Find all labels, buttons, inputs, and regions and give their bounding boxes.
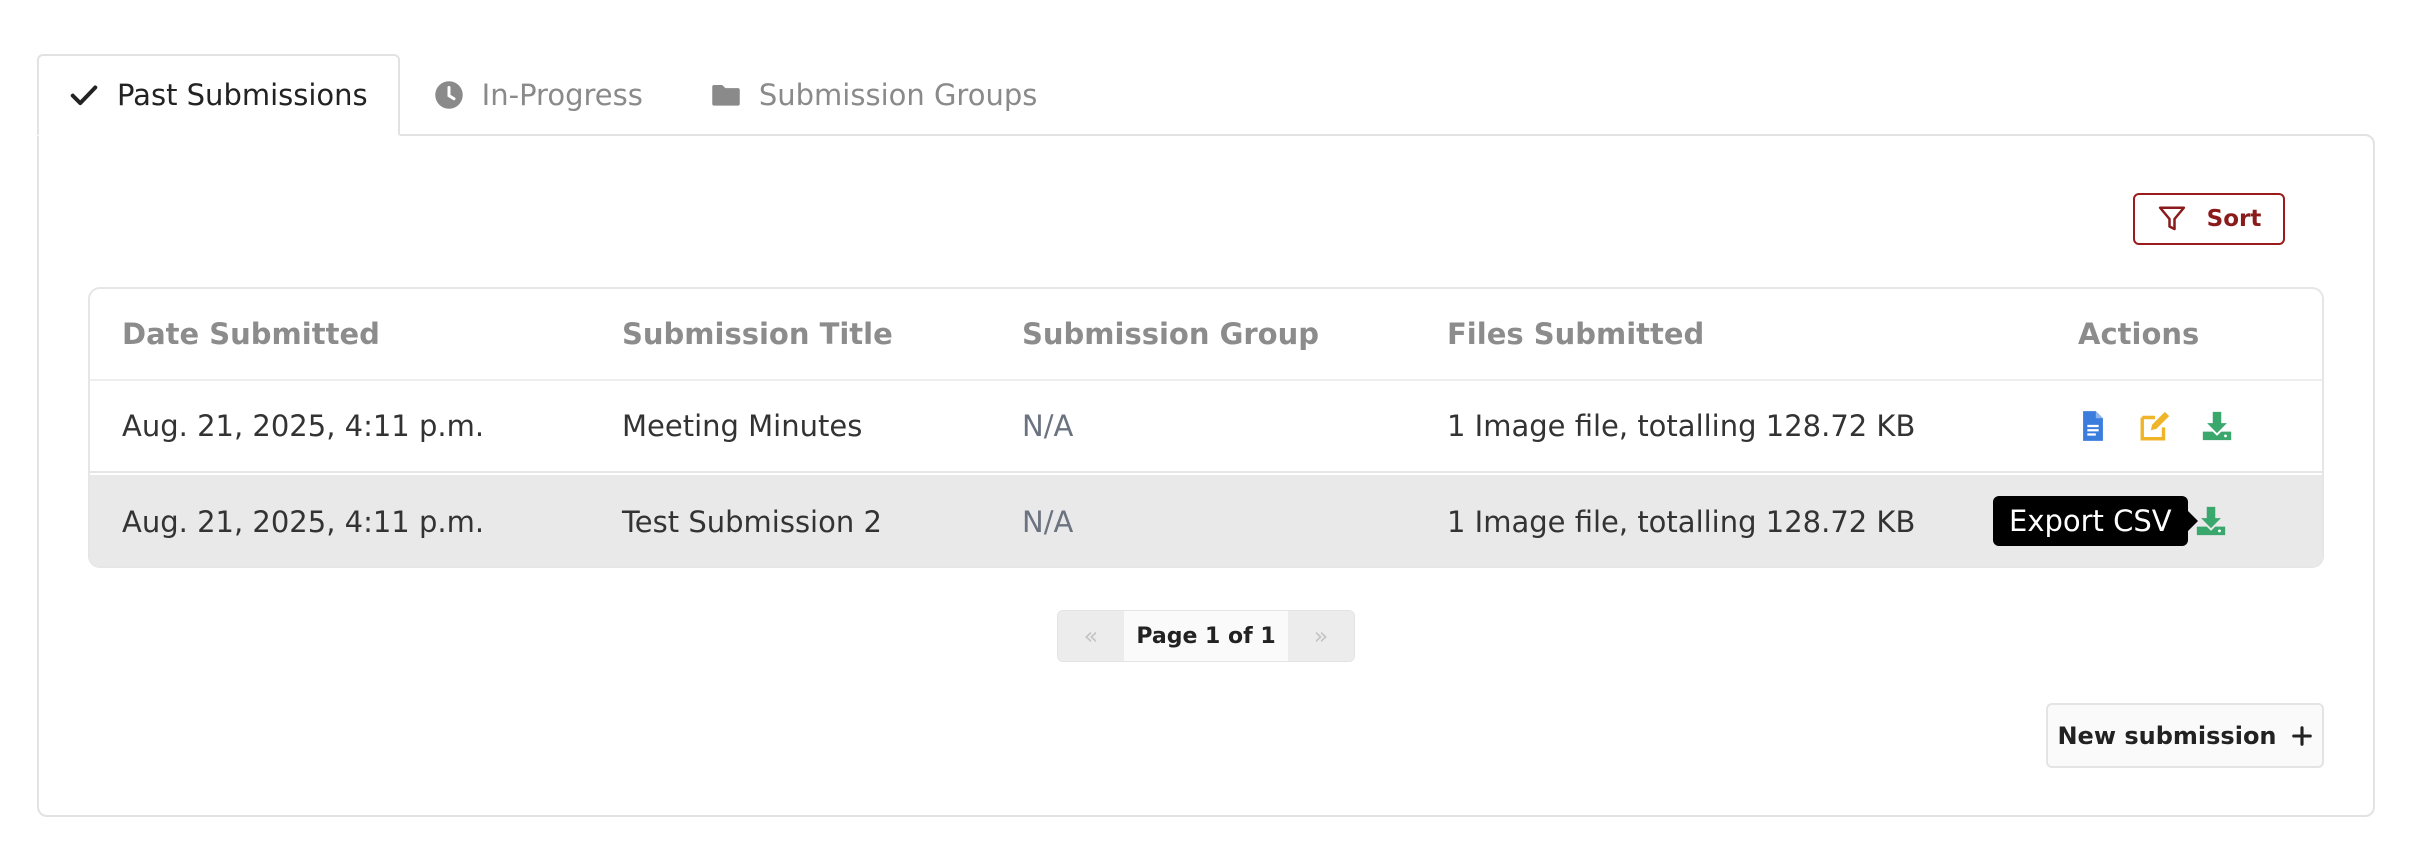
clock-icon [434,80,464,110]
check-icon [69,80,99,110]
pagination: « Page 1 of 1 » [1057,610,1355,662]
sort-button[interactable]: Sort [2133,193,2285,245]
previous-page-button[interactable]: « [1058,611,1124,661]
page-indicator: Page 1 of 1 [1124,611,1288,661]
header-submission-group: Submission Group [1022,317,1320,351]
tab-label: Past Submissions [117,78,368,112]
tab-label: In-Progress [481,78,643,112]
header-submission-title: Submission Title [622,317,893,351]
tab-label: Submission Groups [758,78,1038,112]
cell-title: Meeting Minutes [622,409,863,443]
table-header: Date Submitted Submission Title Submissi… [90,289,2322,381]
download-icon[interactable] [2200,409,2234,443]
table-row: Aug. 21, 2025, 4:11 p.m. Test Submission… [90,475,2322,566]
export-csv-tooltip: Export CSV [1993,496,2198,546]
cell-date: Aug. 21, 2025, 4:11 p.m. [122,504,485,539]
table-row: Aug. 21, 2025, 4:11 p.m. Meeting Minutes… [90,381,2322,473]
cell-group: N/A [1022,504,1074,539]
view-document-icon[interactable] [2076,409,2110,443]
header-files-submitted: Files Submitted [1447,317,1705,351]
cell-title: Test Submission 2 [622,504,882,539]
edit-icon[interactable] [2138,409,2172,443]
next-page-button[interactable]: » [1288,611,1354,661]
download-icon[interactable] [2194,504,2228,538]
cell-files: 1 Image file, totalling 128.72 KB [1447,504,1916,539]
tab-in-progress[interactable]: In-Progress [400,54,677,136]
folder-icon [711,80,741,110]
submissions-table: Date Submitted Submission Title Submissi… [88,287,2324,568]
new-submission-label: New submission [2057,721,2277,750]
cell-files: 1 Image file, totalling 128.72 KB [1447,409,1916,443]
header-actions: Actions [2078,317,2200,351]
cell-group: N/A [1022,409,1074,443]
tab-submission-groups[interactable]: Submission Groups [677,54,1072,136]
new-submission-button[interactable]: New submission [2046,703,2324,768]
filter-icon [2158,206,2185,231]
submission-tabs: Past Submissions In-Progress Submission … [37,54,1071,136]
cell-date: Aug. 21, 2025, 4:11 p.m. [122,409,485,443]
header-date-submitted: Date Submitted [122,317,380,351]
sort-label: Sort [2206,206,2262,232]
row-actions [2076,409,2262,443]
tab-past-submissions[interactable]: Past Submissions [37,54,400,136]
plus-icon [2291,725,2312,746]
